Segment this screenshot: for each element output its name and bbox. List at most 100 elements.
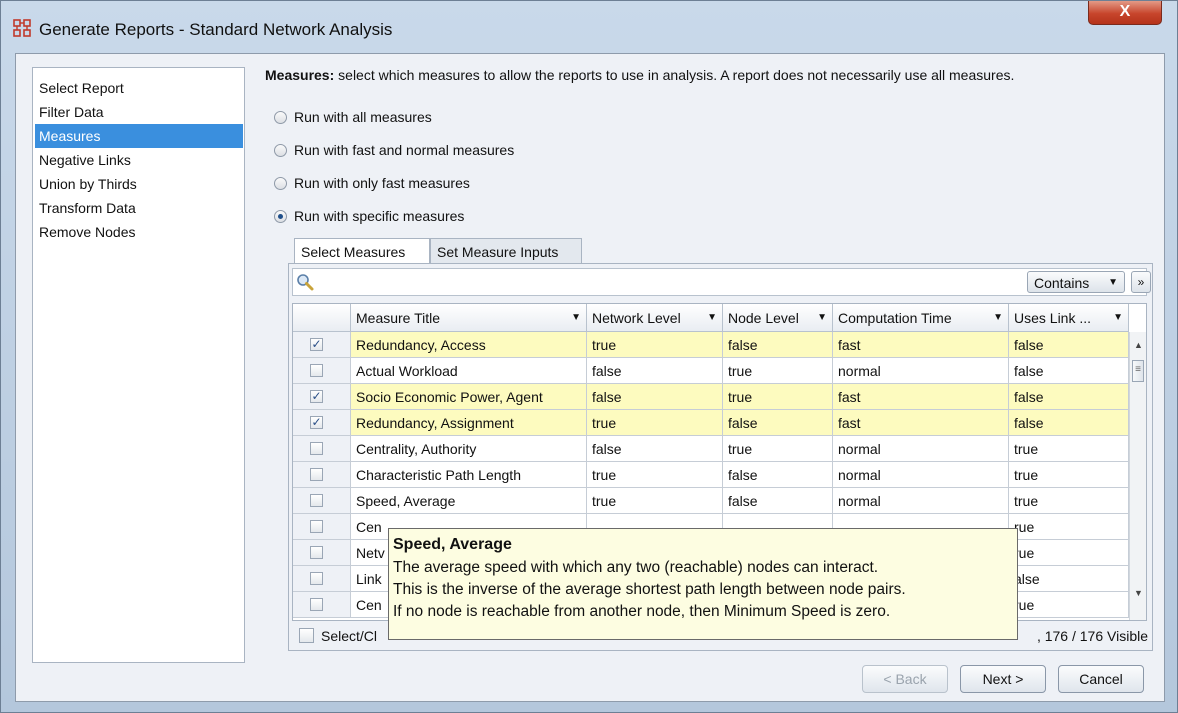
measure-title-cell: Actual Workload [351, 358, 587, 384]
visible-count-text: , 176 / 176 Visible [1036, 628, 1148, 644]
table-row[interactable]: Centrality, Authority false true normal true [293, 436, 1129, 462]
tooltip-line: This is the inverse of the average short… [393, 581, 906, 598]
tab-set-measure-inputs[interactable]: Set Measure Inputs [430, 238, 582, 264]
radio-label: Run with fast and normal measures [294, 142, 515, 158]
row-select-cell: ✓ [293, 384, 351, 410]
column-header-label: Uses Link ... [1014, 310, 1092, 326]
checked-checkbox[interactable]: ✓ [310, 338, 323, 351]
node-level-cell: false [723, 462, 833, 488]
column-header-network-level[interactable]: Network Level ▼ [587, 304, 723, 332]
uses-link-cell: true [1009, 488, 1129, 514]
unchecked-checkbox[interactable] [310, 572, 323, 585]
row-select-cell [293, 436, 351, 462]
app-network-icon [13, 19, 31, 37]
column-header-label: Node Level [728, 310, 799, 326]
tooltip-title: Speed, Average [393, 536, 512, 553]
scroll-up-arrow-icon[interactable]: ▲ [1130, 340, 1146, 350]
row-select-cell [293, 540, 351, 566]
close-button[interactable]: X [1088, 1, 1162, 25]
sidebar: Select Report Filter Data Measures Negat… [32, 67, 245, 663]
network-level-cell: false [587, 436, 723, 462]
uses-link-cell: true [1009, 436, 1129, 462]
table-row[interactable]: ✓ Socio Economic Power, Agent false true fas… [293, 384, 1129, 410]
column-header-node-level[interactable]: Node Level ▼ [723, 304, 833, 332]
tooltip-line: If no node is reachable from another nod… [393, 603, 891, 620]
column-header-computation-time[interactable]: Computation Time ▼ [833, 304, 1009, 332]
cancel-button[interactable]: Cancel [1058, 665, 1144, 693]
node-level-cell: false [723, 332, 833, 358]
unchecked-checkbox[interactable] [310, 364, 323, 377]
computation-time-cell: fast [833, 384, 1009, 410]
unchecked-checkbox[interactable] [310, 442, 323, 455]
measure-title-cell: Centrality, Authority [351, 436, 587, 462]
back-button[interactable]: < Back [862, 665, 948, 693]
back-button-label: < Back [883, 671, 927, 687]
double-chevron-down-icon[interactable]: » [1131, 271, 1151, 293]
radio-fast-normal-measures[interactable]: Run with fast and normal measures [274, 139, 514, 161]
radio-button[interactable] [274, 209, 287, 223]
row-select-cell [293, 358, 351, 384]
unchecked-checkbox[interactable] [310, 546, 323, 559]
measure-title-cell: Speed, Average [351, 488, 587, 514]
title-bar[interactable]: Generate Reports - Standard Network Anal… [1, 1, 1177, 53]
radio-button[interactable] [274, 176, 287, 190]
filter-bar: Contains ▼ » [292, 268, 1151, 296]
sidebar-item-union-by-thirds[interactable]: Union by Thirds [35, 172, 243, 196]
radio-all-measures[interactable]: Run with all measures [274, 106, 432, 128]
radio-specific-measures[interactable]: Run with specific measures [274, 205, 464, 227]
sort-arrow-icon: ▼ [571, 312, 581, 323]
measures-heading: Measures: [265, 67, 335, 83]
table-row[interactable]: ✓ Redundancy, Assignment true false fast fals… [293, 410, 1129, 436]
radio-label: Run with all measures [294, 109, 432, 125]
scroll-thumb[interactable]: ≡ [1132, 360, 1144, 382]
sidebar-item-filter-data[interactable]: Filter Data [35, 100, 243, 124]
sidebar-item-negative-links[interactable]: Negative Links [35, 148, 243, 172]
row-select-cell: ✓ [293, 332, 351, 358]
unchecked-checkbox[interactable] [310, 520, 323, 533]
computation-time-cell: normal [833, 462, 1009, 488]
column-header-uses-link[interactable]: Uses Link ... ▼ [1009, 304, 1129, 332]
computation-time-cell: normal [833, 358, 1009, 384]
row-select-cell [293, 566, 351, 592]
scroll-down-arrow-icon[interactable]: ▼ [1130, 588, 1146, 598]
uses-link-cell: false [1009, 410, 1129, 436]
search-icon[interactable] [295, 272, 315, 292]
uses-link-cell: rue [1009, 514, 1129, 540]
table-row[interactable]: Speed, Average true false normal true [293, 488, 1129, 514]
column-header-measure-title[interactable]: Measure Title ▼ [351, 304, 587, 332]
measures-description: Measures: select which measures to allow… [265, 67, 1014, 83]
table-row[interactable]: Actual Workload false true normal false [293, 358, 1129, 384]
radio-label: Run with only fast measures [294, 175, 470, 191]
row-select-cell [293, 592, 351, 618]
network-level-cell: true [587, 332, 723, 358]
sidebar-item-select-report[interactable]: Select Report [35, 76, 243, 100]
table-row[interactable]: Characteristic Path Length true false norma… [293, 462, 1129, 488]
radio-button[interactable] [274, 110, 287, 124]
unchecked-checkbox[interactable] [310, 598, 323, 611]
select-clear-all-checkbox[interactable] [299, 628, 314, 643]
unchecked-checkbox[interactable] [310, 494, 323, 507]
radio-button[interactable] [274, 143, 287, 157]
vertical-scrollbar[interactable]: ▲ ≡ ▼ [1129, 332, 1146, 620]
computation-time-cell: fast [833, 410, 1009, 436]
uses-link-cell: alse [1009, 566, 1129, 592]
filter-mode-dropdown[interactable]: Contains ▼ [1027, 271, 1125, 293]
checked-checkbox[interactable]: ✓ [310, 416, 323, 429]
measure-title-cell: Redundancy, Access [351, 332, 587, 358]
sidebar-item-transform-data[interactable]: Transform Data [35, 196, 243, 220]
unchecked-checkbox[interactable] [310, 468, 323, 481]
sidebar-item-remove-nodes[interactable]: Remove Nodes [35, 220, 243, 244]
row-select-cell [293, 462, 351, 488]
sidebar-item-measures[interactable]: Measures [35, 124, 243, 148]
network-level-cell: false [587, 358, 723, 384]
radio-fast-measures[interactable]: Run with only fast measures [274, 172, 470, 194]
measure-title-cell: Socio Economic Power, Agent [351, 384, 587, 410]
computation-time-cell: normal [833, 488, 1009, 514]
column-header-select[interactable] [293, 304, 351, 332]
checked-checkbox[interactable]: ✓ [310, 390, 323, 403]
next-button[interactable]: Next > [960, 665, 1046, 693]
tab-select-measures[interactable]: Select Measures [294, 238, 430, 264]
uses-link-cell: true [1009, 462, 1129, 488]
table-row[interactable]: ✓ Redundancy, Access true false fast false [293, 332, 1129, 358]
sort-arrow-icon: ▼ [707, 312, 717, 323]
